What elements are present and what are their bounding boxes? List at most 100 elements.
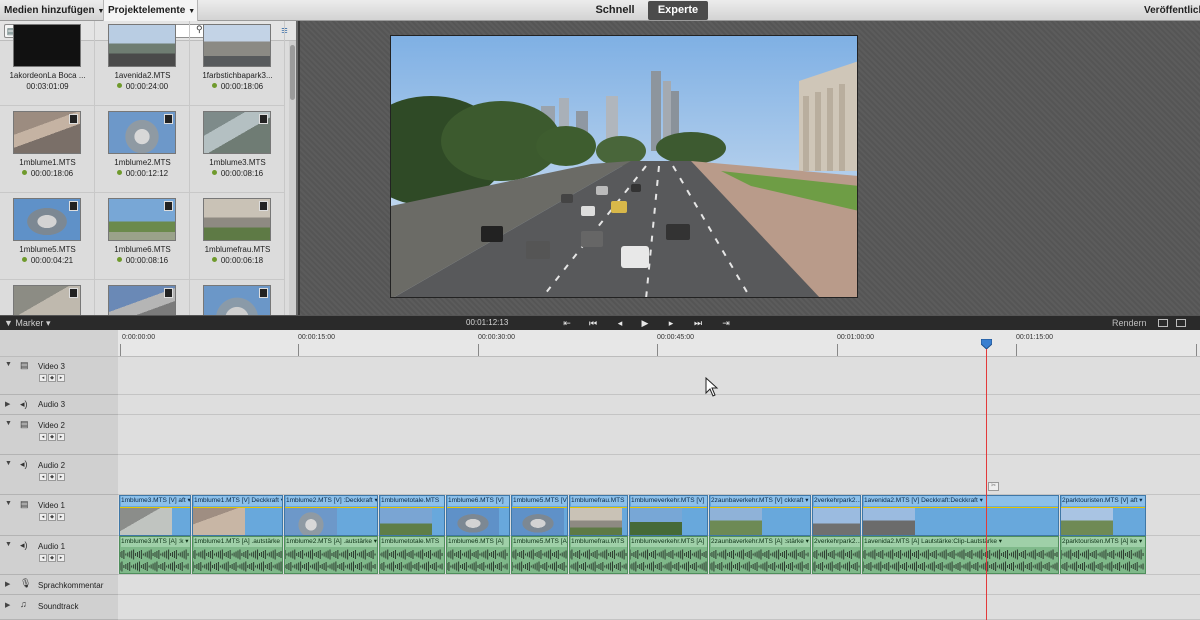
clip-label: 1mblumeverkehr.MTS [A] (631, 537, 707, 547)
video-clip[interactable]: 1mblumeverkehr.MTS [V] (629, 495, 708, 536)
filmstrip-icon: ▤ (20, 499, 29, 509)
timeline-ruler[interactable]: 0:00:00:00 00:00:15:00 00:00:30:00 00:00… (118, 330, 1200, 357)
clip-label: 1mblume1.MTS [A] .autstärke ▾ (194, 537, 283, 547)
video-clip[interactable]: 2zaunbaverkehr.MTS [V] ckkraft ▾ (709, 495, 811, 536)
collapse-triangle-icon[interactable]: ▼ (5, 541, 12, 548)
asset-item[interactable] (0, 280, 95, 318)
asset-name: 1mblume1.MTS (19, 158, 76, 167)
fullscreen-icon[interactable] (1176, 319, 1186, 327)
audio-clip[interactable]: 1mblumefrau.MTS (569, 536, 628, 574)
assets-scrollbar[interactable] (289, 41, 296, 318)
track-video3[interactable] (118, 357, 1200, 395)
track-header-narration[interactable]: ▶ 🎙 Sprachkommentar (0, 575, 118, 595)
track-audio2[interactable] (118, 455, 1200, 495)
track-header-video1[interactable]: ▼ ▤ Video 1 ◂ ◆ ▸ (0, 495, 118, 536)
track-narration[interactable] (118, 575, 1200, 595)
asset-item[interactable]: 1mblume6.MTS 00:00:08:16 (95, 193, 190, 280)
video-preview[interactable] (390, 35, 858, 298)
video-clip[interactable]: 1mblumetotale.MTS (379, 495, 445, 536)
expand-triangle-icon[interactable]: ▶ (5, 580, 10, 588)
audio-clip[interactable]: 1avenida2.MTS [A] Lautstärke:Clip-Lautst… (862, 536, 1059, 574)
asset-item[interactable]: 1mblume3.MTS 00:00:08:16 (190, 106, 285, 193)
render-button[interactable]: Rendern (1112, 316, 1147, 330)
video-clip[interactable]: 1mblume1.MTS [V] Deckkraft ▾ (192, 495, 283, 536)
audio-waveform (512, 549, 567, 560)
scrollbar-thumb[interactable] (290, 45, 295, 100)
clip-label: 2verkehrpark2... (814, 537, 861, 547)
frame-back-icon[interactable]: ◂ (613, 316, 627, 330)
audio-clip[interactable]: 1mblumetotale.MTS (379, 536, 445, 574)
video-clip[interactable]: 1mblume5.MTS [V] (511, 495, 568, 536)
expand-triangle-icon[interactable]: ▶ (5, 400, 10, 408)
asset-item[interactable]: 1mblume5.MTS 00:00:04:21 (0, 193, 95, 280)
expert-mode-tab[interactable]: Experte (648, 1, 708, 20)
audio-clip[interactable]: 1mblume5.MTS [A] (511, 536, 568, 574)
asset-item[interactable]: 1akordeonLa Boca ... 00:03:01:09 (0, 21, 95, 106)
video-clip[interactable]: 1mblume3.MTS [V] aft ▾ (119, 495, 191, 536)
audio-clip[interactable]: 1mblumeverkehr.MTS [A] (629, 536, 708, 574)
audio-clip[interactable]: 2verkehrpark2... (812, 536, 861, 574)
asset-item[interactable] (95, 280, 190, 318)
asset-item[interactable]: 1mblumefrau.MTS 00:00:06:18 (190, 193, 285, 280)
audio-clip[interactable]: 1mblume2.MTS [A] .autstärke ▾ (284, 536, 378, 574)
playhead-handle[interactable] (981, 339, 992, 349)
track-video2[interactable] (118, 415, 1200, 455)
keyframe-controls[interactable]: ◂ ◆ ▸ (39, 554, 68, 562)
audio-clip[interactable]: 1mblume1.MTS [A] .autstärke ▾ (192, 536, 283, 574)
frame-forward-icon[interactable]: ▸ (664, 316, 678, 330)
video-clip[interactable]: 2verkehrpark2... (812, 495, 861, 536)
step-forward-icon[interactable]: ⏭ (691, 316, 705, 330)
current-timecode: 00:01:12:13 (466, 318, 509, 327)
track-header-audio1[interactable]: ▼ ◂) Audio 1 ◂ ◆ ▸ (0, 536, 118, 575)
track-soundtrack[interactable] (118, 595, 1200, 620)
step-back-icon[interactable]: ⏮ (586, 316, 600, 330)
track-header-soundtrack[interactable]: ▶ ♫ Soundtrack (0, 595, 118, 620)
audio-clip[interactable]: 2zaunbaverkehr.MTS [A] :stärke ▾ (709, 536, 811, 574)
track-audio1[interactable]: 1mblume3.MTS [A] :k ▾ 1mblume1.MTS [A] .a… (118, 536, 1200, 575)
collapse-triangle-icon[interactable]: ▼ (5, 500, 12, 507)
asset-item[interactable]: 1mblume2.MTS 00:00:12:12 (95, 106, 190, 193)
collapse-triangle-icon[interactable]: ▼ (5, 420, 12, 427)
video-clip[interactable]: 2parktouristen.MTS [V] aft ▾ (1060, 495, 1146, 536)
video-clip[interactable]: 1mblume2.MTS [V] :Deckkraft ▾ (284, 495, 378, 536)
scissors-icon[interactable]: ✂ (988, 482, 999, 491)
asset-item[interactable]: 1mblume1.MTS 00:00:18:06 (0, 106, 95, 193)
video-clip[interactable]: 1mblume6.MTS [V] (446, 495, 510, 536)
track-header-audio3[interactable]: ▶ ◂) Audio 3 (0, 395, 118, 415)
expand-triangle-icon[interactable]: ▶ (5, 601, 10, 609)
keyframe-controls[interactable]: ◂ ◆ ▸ (39, 433, 68, 441)
track-audio3[interactable] (118, 395, 1200, 415)
publish-button[interactable]: Veröffentlichen (1144, 0, 1200, 21)
audio-waveform (285, 549, 376, 560)
add-media-menu[interactable]: Medien hinzufügen ▼ (0, 0, 104, 21)
track-header-video3[interactable]: ▼ ▤ Video 3 ◂ ◆ ▸ (0, 357, 118, 395)
safe-margins-icon[interactable] (1158, 319, 1168, 327)
asset-item[interactable] (190, 280, 285, 318)
audio-clip[interactable]: 2parktouristen.MTS [A] ke ▾ (1060, 536, 1146, 574)
track-video1[interactable]: 1mblume3.MTS [V] aft ▾ 1mblume1.MTS [V] D… (118, 495, 1200, 536)
marker-label: Marker (15, 318, 44, 328)
marker-menu[interactable]: ▼ Marker ▾ (4, 316, 50, 330)
go-to-out-icon[interactable]: ⇥ (719, 316, 733, 330)
keyframe-controls[interactable]: ◂ ◆ ▸ (39, 374, 68, 382)
audio-clip[interactable]: 1mblume6.MTS [A] (446, 536, 510, 574)
video-clip[interactable]: 1mblumefrau.MTS (569, 495, 628, 536)
clip-label: 1mblumefrau.MTS (571, 537, 627, 547)
assets-grid: 1akordeonLa Boca ... 00:03:01:09 1avenid… (0, 21, 290, 318)
timeline-tracks[interactable]: 1mblume3.MTS [V] aft ▾ 1mblume1.MTS [V] D… (118, 357, 1200, 620)
collapse-triangle-icon[interactable]: ▼ (5, 460, 12, 467)
keyframe-controls[interactable]: ◂ ◆ ▸ (39, 513, 68, 521)
collapse-triangle-icon[interactable]: ▼ (5, 361, 12, 368)
project-assets-label: Projektelemente (108, 5, 186, 16)
project-assets-menu[interactable]: Projektelemente ▼ (104, 0, 198, 22)
go-to-in-icon[interactable]: ⇤ (560, 316, 574, 330)
play-icon[interactable]: ▶ (638, 316, 652, 330)
quick-mode-tab[interactable]: Schnell (590, 1, 640, 20)
audio-clip[interactable]: 1mblume3.MTS [A] :k ▾ (119, 536, 191, 574)
video-clip[interactable]: 1avenida2.MTS [V] Deckkraft:Deckkraft ▾ (862, 495, 1059, 536)
asset-item[interactable]: 1farbstichbapark3... 00:00:18:06 (190, 21, 285, 106)
track-header-audio2[interactable]: ▼ ◂) Audio 2 ◂ ◆ ▸ (0, 455, 118, 495)
asset-item[interactable]: 1avenida2.MTS 00:00:24:00 (95, 21, 190, 106)
keyframe-controls[interactable]: ◂ ◆ ▸ (39, 473, 68, 481)
track-header-video2[interactable]: ▼ ▤ Video 2 ◂ ◆ ▸ (0, 415, 118, 455)
